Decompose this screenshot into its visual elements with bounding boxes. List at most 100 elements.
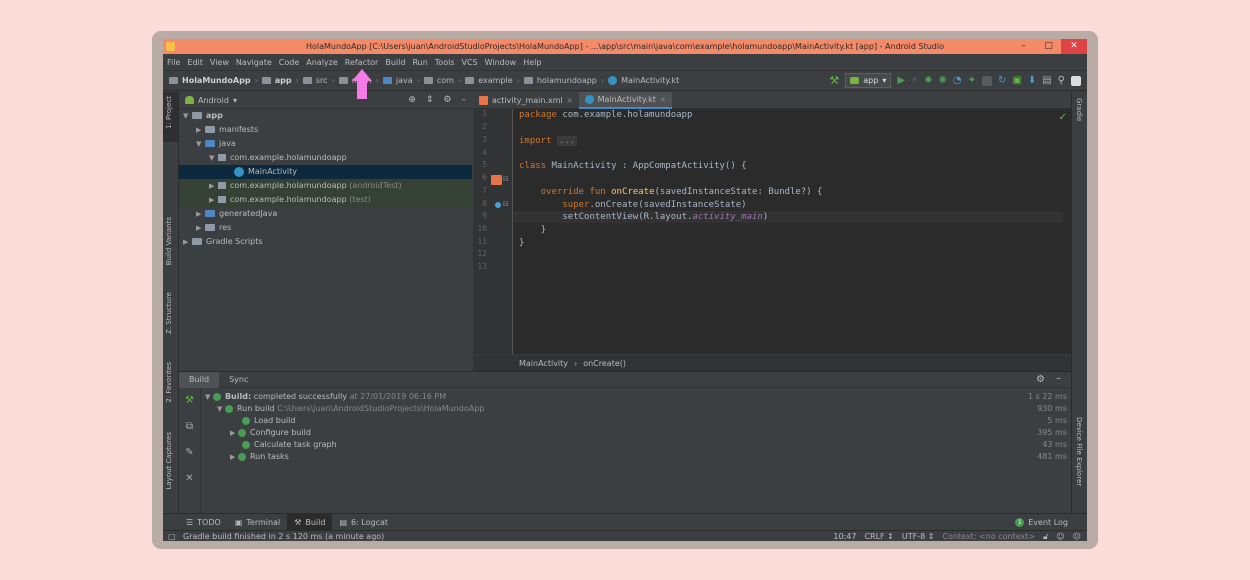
project-view-selector[interactable]: Android	[198, 96, 229, 105]
chevron-down-icon[interactable]: ▼	[217, 405, 222, 413]
status-message[interactable]: Gradle build finished in 2 s 120 ms (a m…	[183, 531, 384, 541]
tab-build[interactable]: Build	[179, 371, 220, 388]
tree-item-generatedjava[interactable]: ▶ generatedJava	[179, 207, 472, 221]
inspection-ok-icon[interactable]: ✓	[1059, 112, 1067, 123]
locate-file-icon[interactable]: ⊕	[408, 95, 416, 105]
tool-tab-gradle[interactable]: Gradle	[1075, 98, 1083, 121]
build-row-run-build[interactable]: ▼ Run build C:\Users\juan\AndroidStudioP…	[217, 403, 484, 415]
tab-mainactivity-kt[interactable]: MainActivity.kt ✕	[578, 92, 672, 109]
hammer-build-icon[interactable]: ⚒	[829, 74, 839, 87]
maximize-button[interactable]: □	[1036, 39, 1061, 54]
sync-gradle-icon[interactable]: ↻	[998, 75, 1006, 86]
assistant-icon[interactable]	[1071, 75, 1081, 86]
close-button[interactable]: ✕	[1061, 39, 1087, 54]
toolwindow-todo[interactable]: ☰ TODO	[179, 514, 228, 531]
tool-tab-structure[interactable]: Z: Structure	[165, 292, 173, 334]
build-row-configure[interactable]: ▶ Configure build	[230, 427, 311, 439]
menu-file[interactable]: File	[167, 58, 180, 67]
chevron-right-icon[interactable]: ▶	[196, 123, 205, 137]
chevron-right-icon[interactable]: ▶	[209, 179, 218, 193]
crumb-class[interactable]: MainActivity	[519, 359, 568, 368]
build-row-task-graph[interactable]: Calculate task graph	[242, 439, 337, 451]
menu-edit[interactable]: Edit	[187, 58, 203, 67]
toolwindow-terminal[interactable]: ▣ Terminal	[228, 514, 287, 531]
build-row-load[interactable]: Load build	[242, 415, 295, 427]
menu-help[interactable]: Help	[523, 58, 541, 67]
chevron-down-icon[interactable]: ▼	[205, 393, 210, 401]
menu-analyze[interactable]: Analyze	[306, 58, 338, 67]
menu-tools[interactable]: Tools	[435, 58, 455, 67]
file-encoding[interactable]: UTF-8 ↕	[902, 531, 935, 541]
hide-panel-icon[interactable]: –	[462, 95, 467, 105]
toolwindow-build[interactable]: ⚒ Build	[287, 513, 333, 531]
tool-tab-layout-captures[interactable]: Layout Captures	[165, 432, 173, 490]
apply-changes-icon[interactable]: ⚡	[911, 75, 918, 86]
build-row-run-tasks[interactable]: ▶ Run tasks	[230, 451, 289, 463]
tool-tab-favorites[interactable]: 2: Favorites	[165, 362, 173, 403]
menu-run[interactable]: Run	[412, 58, 427, 67]
tree-item-res[interactable]: ▶ res	[179, 221, 472, 235]
close-tab-icon[interactable]: ✕	[660, 96, 666, 104]
tree-item-package[interactable]: ▼ com.example.holamundoapp	[179, 151, 472, 165]
coverage-icon[interactable]: ✦	[968, 75, 976, 86]
crumb-method[interactable]: onCreate()	[583, 359, 626, 368]
breadcrumb-java[interactable]: java ›	[382, 76, 420, 85]
chevron-down-icon[interactable]: ▾	[233, 96, 237, 105]
close-tab-icon[interactable]: ✕	[567, 97, 573, 105]
line-separator[interactable]: CRLF ↕	[864, 531, 893, 541]
status-toggle-icon[interactable]: ▢	[168, 531, 176, 541]
menu-build[interactable]: Build	[385, 58, 405, 67]
hide-panel-icon[interactable]: –	[1056, 373, 1061, 384]
pin-icon[interactable]: ✎	[179, 440, 200, 466]
chevron-right-icon[interactable]: ▶	[196, 221, 205, 235]
tree-item-mainactivity[interactable]: MainActivity	[179, 165, 472, 179]
sdk-manager-icon[interactable]: ⬇	[1028, 75, 1036, 86]
minimize-button[interactable]: –	[1011, 39, 1036, 54]
tree-item-package-androidtest[interactable]: ▶ com.example.holamundoapp (androidTest)	[179, 179, 472, 193]
override-gutter-icon[interactable]	[495, 202, 501, 208]
tool-tab-build-variants[interactable]: Build Variants	[165, 217, 173, 265]
breadcrumb-app[interactable]: app ›	[261, 76, 299, 85]
tab-sync[interactable]: Sync	[219, 372, 258, 388]
event-log[interactable]: 1 Event Log	[1008, 514, 1075, 531]
chevron-down-icon[interactable]: ▼	[183, 109, 192, 123]
project-structure-icon[interactable]: ▤	[1042, 75, 1051, 86]
menu-window[interactable]: Window	[485, 58, 517, 67]
tool-tab-device-file-explorer[interactable]: Device File Explorer	[1075, 417, 1083, 486]
stop-icon[interactable]	[981, 75, 992, 86]
attach-debugger-icon[interactable]: ✺	[938, 75, 946, 86]
gear-icon[interactable]: ⚙	[443, 95, 451, 105]
class-gutter-icon[interactable]	[491, 175, 502, 185]
fold-icon[interactable]: ⊟	[503, 175, 509, 183]
caret-position[interactable]: 10:47	[833, 531, 856, 541]
fold-icon[interactable]: ⊟	[503, 200, 509, 208]
menu-vcs[interactable]: VCS	[462, 58, 478, 67]
tree-item-gradle-scripts[interactable]: ▶ Gradle Scripts	[179, 235, 472, 249]
toolwindow-logcat[interactable]: ▤ 6: Logcat	[332, 514, 395, 531]
profile-icon[interactable]: ◔	[953, 75, 962, 86]
breadcrumb-src[interactable]: src ›	[302, 76, 335, 85]
avd-manager-icon[interactable]: ▣	[1012, 75, 1021, 86]
collapse-all-icon[interactable]: ⇕	[426, 95, 434, 105]
menu-view[interactable]: View	[210, 58, 229, 67]
chevron-right-icon[interactable]: ▶	[183, 235, 192, 249]
gear-icon[interactable]: ⚙	[1036, 374, 1045, 385]
breadcrumb-file[interactable]: MainActivity.kt	[608, 76, 679, 85]
tab-activity-main-xml[interactable]: activity_main.xml ✕	[473, 92, 579, 109]
chevron-down-icon[interactable]: ▼	[209, 151, 218, 165]
tree-item-manifests[interactable]: ▶ manifests	[179, 123, 472, 137]
breadcrumb-example[interactable]: example ›	[465, 76, 520, 85]
breadcrumb-holamundoapp[interactable]: holamundoapp ›	[523, 76, 604, 85]
chevron-right-icon[interactable]: ▶	[209, 193, 218, 207]
menu-navigate[interactable]: Navigate	[236, 58, 272, 67]
breadcrumb-com[interactable]: com ›	[423, 76, 461, 85]
tree-item-app[interactable]: ▼ app	[179, 109, 472, 123]
feedback-icon[interactable]: ☹	[1073, 531, 1081, 541]
lock-icon[interactable]: 🔓︎	[1043, 531, 1048, 541]
folded-imports[interactable]: ...	[556, 136, 578, 146]
hector-icon[interactable]: ☺	[1056, 531, 1064, 541]
chevron-right-icon[interactable]: ▶	[230, 429, 235, 437]
close-icon[interactable]: ✕	[179, 466, 200, 492]
tree-item-java[interactable]: ▼ java	[179, 137, 472, 151]
chevron-down-icon[interactable]: ▼	[196, 137, 205, 151]
